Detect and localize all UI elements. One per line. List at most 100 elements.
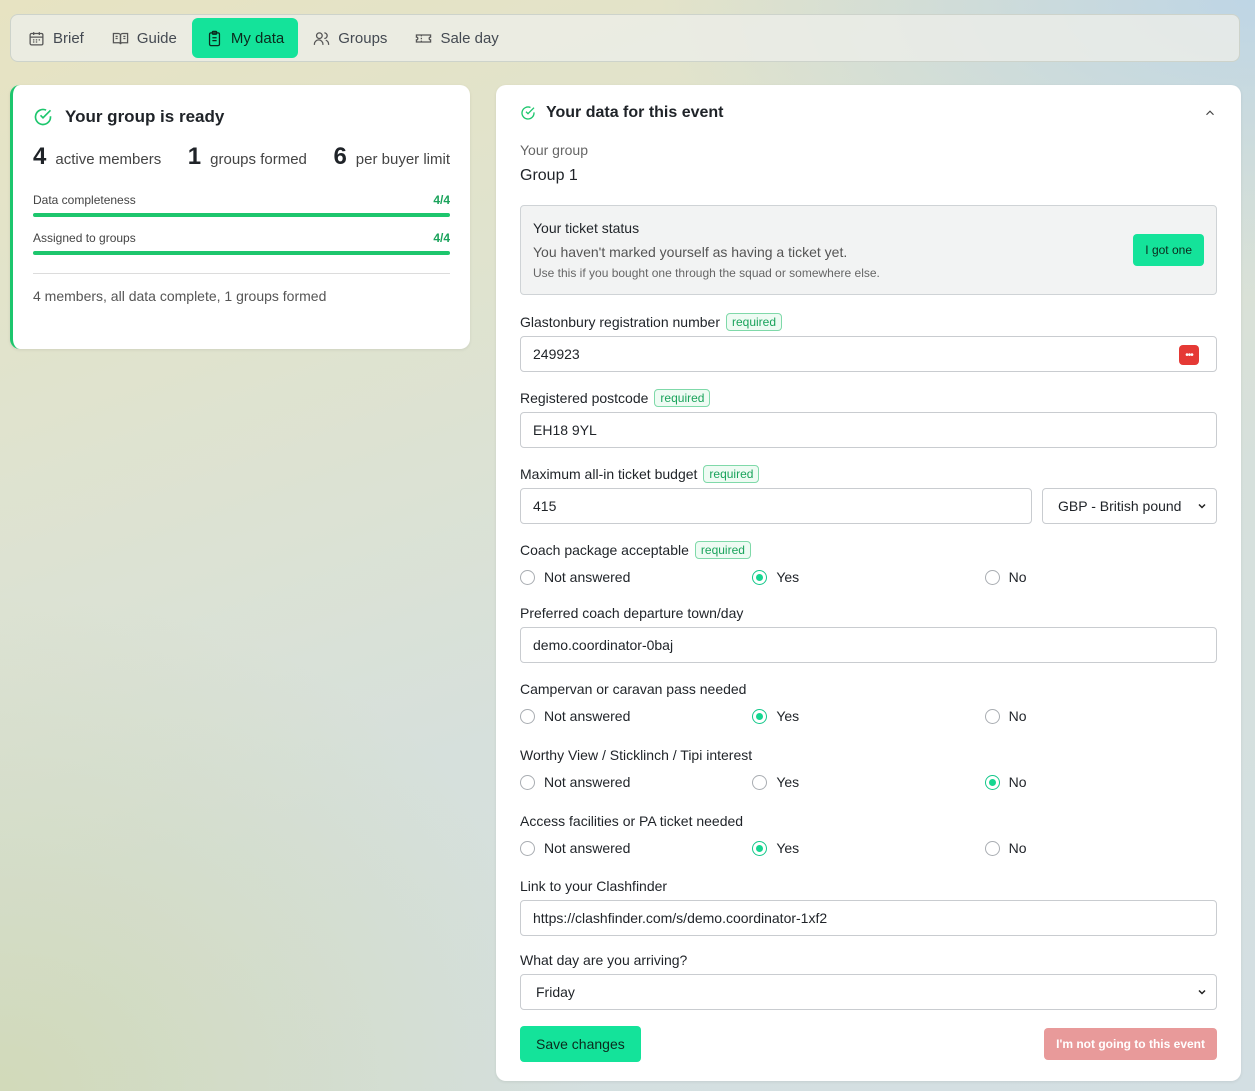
radio-label: No	[1008, 708, 1027, 724]
radio-label: Yes	[776, 569, 800, 585]
coach-town-input[interactable]: demo.coordinator-0baj	[520, 627, 1217, 663]
field-label: Preferred coach departure town/day	[520, 605, 744, 621]
group-summary-card: Your group is ready 4 active members 1 g…	[10, 85, 470, 349]
radio-no[interactable]: No	[984, 569, 1217, 585]
radio-yes[interactable]: Yes	[752, 569, 984, 585]
radio-label: No	[1008, 774, 1027, 790]
tab-sale-day[interactable]: Sale day	[402, 18, 511, 58]
radio-circle[interactable]	[984, 774, 1000, 790]
chevron-down-icon	[1198, 989, 1206, 995]
radio-label: No	[1008, 569, 1027, 585]
tab-label: Groups	[338, 29, 388, 47]
radio-label: Not answered	[544, 569, 631, 585]
tab-label: My data	[230, 29, 285, 47]
input-value: https://clashfinder.com/s/demo.coordinat…	[533, 910, 828, 926]
select-value: Friday	[536, 984, 575, 1000]
chevron-up-icon[interactable]	[1203, 106, 1217, 120]
summary-note: 4 members, all data complete, 1 groups f…	[33, 288, 327, 304]
required-badge: required	[703, 465, 760, 483]
radio-not-answered[interactable]: Not answered	[520, 708, 752, 724]
tab-bar: Brief Guide My data Groups Sale day	[10, 14, 1240, 62]
radio-yes[interactable]: Yes	[752, 840, 984, 856]
postcode-input[interactable]: EH18 9YL	[520, 412, 1217, 448]
coach-radio-group: Not answered Yes No	[520, 566, 1217, 588]
got-ticket-button[interactable]: I got one	[1133, 234, 1204, 266]
radio-no[interactable]: No	[984, 774, 1217, 790]
panel-header[interactable]: Your data for this event	[520, 85, 1217, 140]
tab-label: Brief	[53, 29, 84, 47]
clipboard-icon	[208, 30, 220, 46]
divider	[33, 273, 450, 274]
summary-header: Your group is ready	[33, 107, 450, 127]
input-value: demo.coordinator-0baj	[533, 637, 674, 653]
progress-bar	[33, 213, 450, 217]
stat-value: 1	[187, 143, 202, 170]
access-radio-group: Not answered Yes No	[520, 837, 1217, 859]
tab-groups[interactable]: Groups	[300, 18, 400, 58]
campervan-radio-group: Not answered Yes No	[520, 705, 1217, 727]
stat-value: 4	[33, 143, 47, 170]
radio-circle[interactable]	[984, 840, 1000, 856]
radio-no[interactable]: No	[984, 708, 1217, 724]
radio-yes[interactable]: Yes	[752, 774, 984, 790]
field-campervan: Campervan or caravan pass needed Not ans…	[520, 679, 1217, 727]
radio-no[interactable]: No	[984, 840, 1217, 856]
tab-guide[interactable]: Guide	[99, 18, 190, 58]
radio-not-answered[interactable]: Not answered	[520, 840, 752, 856]
stat-buyer-limit: 6 per buyer limit	[333, 143, 450, 171]
currency-select[interactable]: GBP - British pound	[1042, 488, 1217, 524]
summary-title: Your group is ready	[65, 107, 225, 126]
field-coach-town: Preferred coach departure town/day demo.…	[520, 603, 1217, 663]
radio-not-answered[interactable]: Not answered	[520, 774, 752, 790]
input-value: 249923	[533, 346, 580, 362]
group-label: Your group	[520, 142, 588, 158]
radio-circle[interactable]	[984, 569, 1000, 585]
save-changes-button[interactable]: Save changes	[520, 1026, 641, 1062]
radio-circle[interactable]	[520, 840, 535, 856]
radio-label: Yes	[776, 774, 800, 790]
radio-label: Yes	[776, 708, 800, 724]
stat-value: 6	[333, 143, 347, 170]
progress-value: 4/4	[433, 231, 450, 245]
stats-row: 4 active members 1 groups formed 6 per b…	[33, 143, 450, 171]
radio-circle[interactable]	[984, 708, 1000, 724]
tab-label: Sale day	[440, 29, 499, 47]
field-label: Maximum all-in ticket budget	[520, 466, 698, 482]
stat-label: per buyer limit	[355, 151, 450, 168]
worthy-radio-group: Not answered Yes No	[520, 771, 1217, 793]
radio-circle[interactable]	[520, 569, 535, 585]
radio-circle[interactable]	[520, 708, 535, 724]
progress-label: Assigned to groups	[33, 231, 136, 245]
field-label: Link to your Clashfinder	[520, 878, 668, 894]
radio-yes[interactable]: Yes	[752, 708, 984, 724]
password-manager-icon[interactable]: •••	[1179, 345, 1199, 365]
tab-brief[interactable]: Brief	[15, 18, 97, 58]
radio-circle[interactable]	[752, 708, 768, 724]
arrival-day-select[interactable]: Friday	[520, 974, 1217, 1010]
progress-value: 4/4	[433, 193, 450, 207]
ticket-hint: Use this if you bought one through the s…	[533, 266, 880, 280]
budget-input[interactable]: 415	[520, 488, 1032, 524]
not-going-button[interactable]: I'm not going to this event	[1044, 1028, 1217, 1060]
stat-active-members: 4 active members	[33, 143, 161, 171]
required-badge: required	[694, 541, 751, 559]
field-access: Access facilities or PA ticket needed No…	[520, 811, 1217, 859]
radio-circle[interactable]	[752, 840, 768, 856]
input-value: EH18 9YL	[533, 422, 597, 438]
radio-label: Not answered	[544, 840, 631, 856]
ticket-subtitle: You haven't marked yourself as having a …	[533, 244, 848, 260]
radio-not-answered[interactable]: Not answered	[520, 569, 752, 585]
stat-label: active members	[55, 151, 162, 168]
radio-circle[interactable]	[520, 774, 535, 790]
field-postcode: Registered postcode required EH18 9YL	[520, 388, 1217, 448]
radio-circle[interactable]	[752, 569, 768, 585]
users-icon	[314, 31, 330, 45]
registration-number-input[interactable]: 249923 •••	[520, 336, 1217, 372]
field-label: What day are you arriving?	[520, 952, 688, 968]
tab-label: Guide	[136, 29, 177, 47]
radio-circle[interactable]	[752, 774, 768, 790]
event-data-panel: Your data for this event Your group Grou…	[496, 85, 1241, 1081]
clashfinder-input[interactable]: https://clashfinder.com/s/demo.coordinat…	[520, 900, 1217, 936]
tab-my-data[interactable]: My data	[191, 18, 299, 58]
radio-label: Not answered	[544, 774, 631, 790]
